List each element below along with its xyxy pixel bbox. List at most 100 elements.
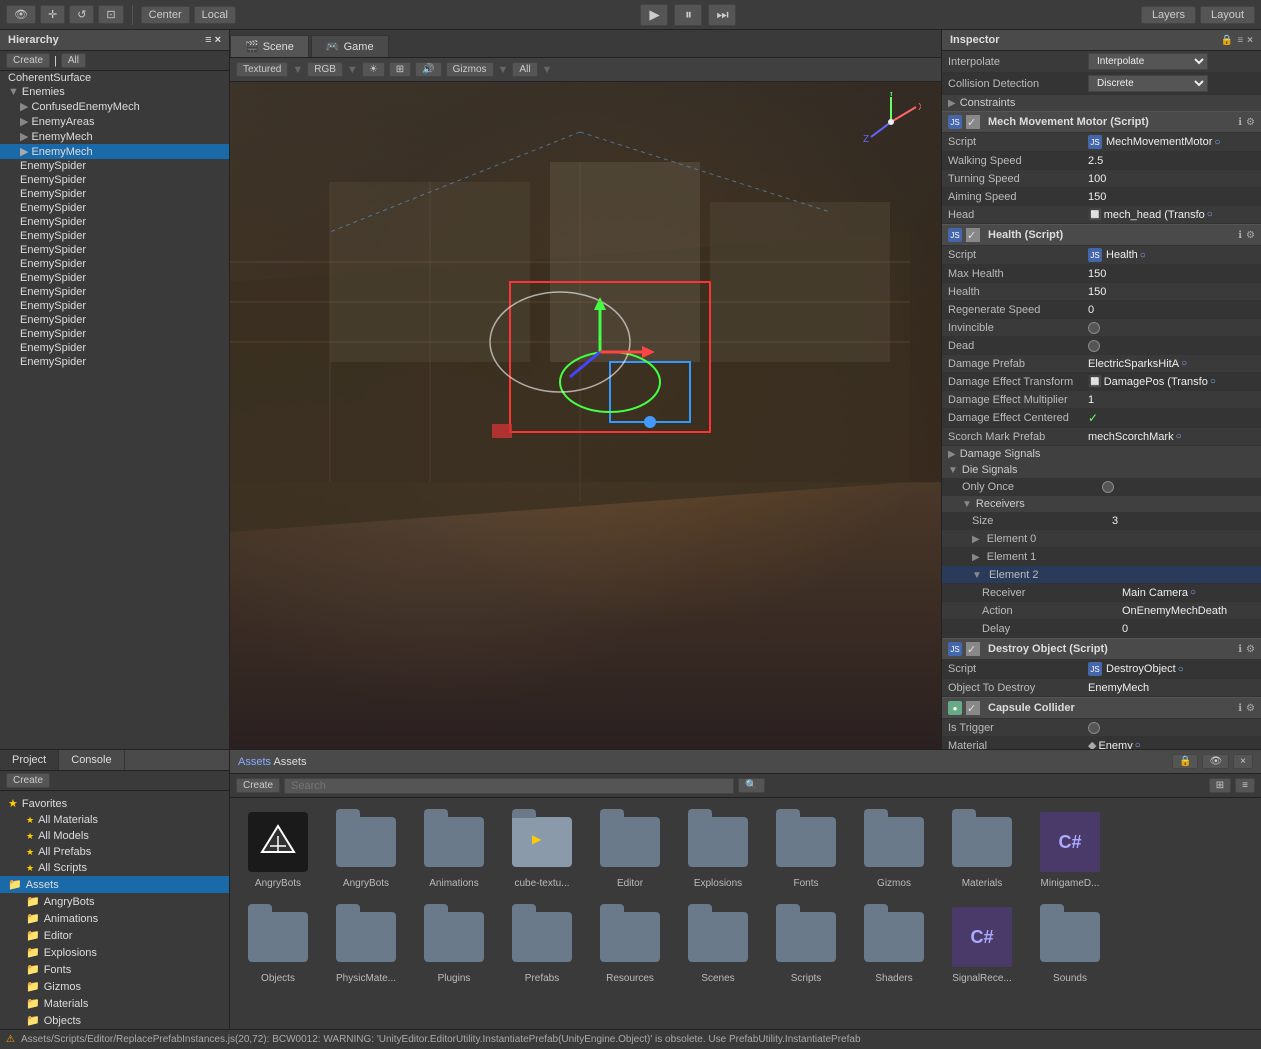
collision-dropdown[interactable]: Discrete — [1088, 75, 1208, 92]
hierarchy-spider-4[interactable]: EnemySpider — [0, 201, 229, 215]
all-models-item[interactable]: ★ All Models — [0, 828, 229, 844]
hierarchy-spider-6[interactable]: EnemySpider — [0, 229, 229, 243]
asset-signal-receiver-cs[interactable]: C# SignalRece... — [942, 901, 1022, 988]
hierarchy-enemy-mech-1[interactable]: ▶ EnemyMech — [0, 129, 229, 144]
play-button[interactable]: ▶ — [640, 4, 668, 26]
asset-search-input[interactable] — [284, 778, 734, 794]
objects-tree-item[interactable]: 📁 Objects — [0, 1012, 229, 1029]
hierarchy-create-button[interactable]: Create — [6, 53, 50, 68]
hierarchy-spider-7[interactable]: EnemySpider — [0, 243, 229, 257]
damage-prefab-link[interactable]: ○ — [1181, 358, 1187, 369]
favorites-item[interactable]: ★ Favorites — [0, 795, 229, 812]
invincible-toggle[interactable] — [1088, 322, 1100, 334]
eye-button[interactable]: 👁 — [6, 5, 36, 24]
hierarchy-spider-1[interactable]: EnemySpider — [0, 159, 229, 173]
hierarchy-spider-5[interactable]: EnemySpider — [0, 215, 229, 229]
asset-list-button[interactable]: ≡ — [1235, 778, 1255, 793]
asset-physic-materials[interactable]: PhysicMate... — [326, 901, 406, 988]
fonts-tree-item[interactable]: 📁 Fonts — [0, 961, 229, 978]
capsule-enabled-checkbox[interactable]: ✓ — [966, 701, 980, 715]
asset-sounds[interactable]: Sounds — [1030, 901, 1110, 988]
inspector-menu-icon[interactable]: ≡ — [1237, 35, 1243, 46]
asset-objects[interactable]: Objects — [238, 901, 318, 988]
destroy-script-link[interactable]: ○ — [1178, 664, 1184, 675]
project-tab[interactable]: Project — [0, 750, 59, 770]
local-button[interactable]: Local — [194, 6, 236, 24]
health-settings-icon[interactable]: ⚙ — [1246, 230, 1255, 241]
animations-tree-item[interactable]: 📁 Animations — [0, 910, 229, 927]
asset-prefabs[interactable]: Prefabs — [502, 901, 582, 988]
constraints-section[interactable]: ▶ Constraints — [942, 95, 1261, 111]
material-link[interactable]: ○ — [1135, 740, 1141, 749]
gizmos-button[interactable]: Gizmos — [446, 62, 494, 77]
assets-item[interactable]: 📁 Assets — [0, 876, 229, 893]
asset-angry-bots-folder[interactable]: AngryBots — [326, 806, 406, 893]
all-materials-item[interactable]: ★ All Materials — [0, 812, 229, 828]
hierarchy-spider-11[interactable]: EnemySpider — [0, 299, 229, 313]
destroy-settings-icon[interactable]: ⚙ — [1246, 644, 1255, 655]
asset-explosions[interactable]: Explosions — [678, 806, 758, 893]
receiver-link[interactable]: ○ — [1190, 587, 1196, 598]
inspector-lock-icon[interactable]: 🔒 — [1221, 35, 1233, 46]
mech-info-icon[interactable]: ℹ — [1238, 117, 1242, 128]
element0-row[interactable]: ▶ Element 0 — [942, 530, 1261, 548]
img-button[interactable]: ⊞ — [389, 62, 411, 77]
dead-toggle[interactable] — [1088, 340, 1100, 352]
element2-row[interactable]: ▼ Element 2 — [942, 566, 1261, 584]
destroy-info-icon[interactable]: ℹ — [1238, 644, 1242, 655]
asset-cube-textures[interactable]: ▶ cube-textu... — [502, 806, 582, 893]
hierarchy-enemy-areas[interactable]: ▶ EnemyAreas — [0, 114, 229, 129]
hierarchy-spider-15[interactable]: EnemySpider — [0, 355, 229, 369]
asset-gizmos[interactable]: Gizmos — [854, 806, 934, 893]
hierarchy-spider-10[interactable]: EnemySpider — [0, 285, 229, 299]
asset-resources[interactable]: Resources — [590, 901, 670, 988]
hierarchy-confused-enemy[interactable]: ▶ ConfusedEnemyMech — [0, 99, 229, 114]
trigger-toggle[interactable] — [1088, 722, 1100, 734]
scorch-prefab-link[interactable]: ○ — [1176, 431, 1182, 442]
pause-button[interactable]: ⏸ — [674, 4, 702, 26]
asset-create-button[interactable]: Create — [236, 778, 280, 793]
health-info-icon[interactable]: ℹ — [1238, 230, 1242, 241]
project-create-button[interactable]: Create — [6, 773, 50, 788]
asset-lock-button[interactable]: 🔒 — [1172, 754, 1198, 769]
textured-button[interactable]: Textured — [236, 62, 288, 77]
console-tab[interactable]: Console — [59, 750, 124, 770]
det-link[interactable]: ○ — [1210, 376, 1216, 387]
all-prefabs-item[interactable]: ★ All Prefabs — [0, 844, 229, 860]
rgb-button[interactable]: RGB — [307, 62, 343, 77]
damage-signals-section[interactable]: ▶ Damage Signals — [942, 446, 1261, 462]
scene-view[interactable]: X Y Z — [230, 82, 941, 749]
explosions-tree-item[interactable]: 📁 Explosions — [0, 944, 229, 961]
scene-all-button[interactable]: All — [512, 62, 537, 77]
hierarchy-spider-12[interactable]: EnemySpider — [0, 313, 229, 327]
hierarchy-spider-9[interactable]: EnemySpider — [0, 271, 229, 285]
capsule-info-icon[interactable]: ℹ — [1238, 703, 1242, 714]
hierarchy-spider-3[interactable]: EnemySpider — [0, 187, 229, 201]
hierarchy-enemies[interactable]: ▼ Enemies — [0, 85, 229, 99]
scene-tab[interactable]: 🎬 Scene — [230, 35, 309, 57]
health-component-header[interactable]: JS ✓ Health (Script) ℹ ⚙ — [942, 224, 1261, 246]
mech-enabled-checkbox[interactable]: ✓ — [966, 115, 980, 129]
sun-button[interactable]: ☀ — [362, 62, 385, 77]
asset-fonts[interactable]: Fonts — [766, 806, 846, 893]
materials-tree-item[interactable]: 📁 Materials — [0, 995, 229, 1012]
mech-script-link[interactable]: ○ — [1214, 137, 1220, 148]
hierarchy-spider-14[interactable]: EnemySpider — [0, 341, 229, 355]
refresh-button[interactable]: ↺ — [69, 5, 94, 24]
destroy-component-header[interactable]: JS ✓ Destroy Object (Script) ℹ ⚙ — [942, 638, 1261, 660]
capsule-component-header[interactable]: ● ✓ Capsule Collider ℹ ⚙ — [942, 697, 1261, 719]
asset-angry-bots-unity[interactable]: AngryBots — [238, 806, 318, 893]
layers-dropdown[interactable]: Layers — [1141, 6, 1196, 24]
hierarchy-coherent-surface[interactable]: CoherentSurface — [0, 71, 229, 85]
head-link[interactable]: ○ — [1207, 209, 1213, 220]
interpolate-dropdown[interactable]: Interpolate — [1088, 53, 1208, 70]
asset-view-button[interactable]: ⊞ — [1209, 778, 1231, 793]
asset-editor[interactable]: Editor — [590, 806, 670, 893]
mech-settings-icon[interactable]: ⚙ — [1246, 117, 1255, 128]
asset-animations[interactable]: Animations — [414, 806, 494, 893]
angry-bots-tree-item[interactable]: 📁 AngryBots — [0, 893, 229, 910]
game-tab[interactable]: 🎮 Game — [311, 35, 389, 57]
asset-scenes[interactable]: Scenes — [678, 901, 758, 988]
all-scripts-item[interactable]: ★ All Scripts — [0, 860, 229, 876]
die-signals-section[interactable]: ▼ Die Signals — [942, 462, 1261, 478]
